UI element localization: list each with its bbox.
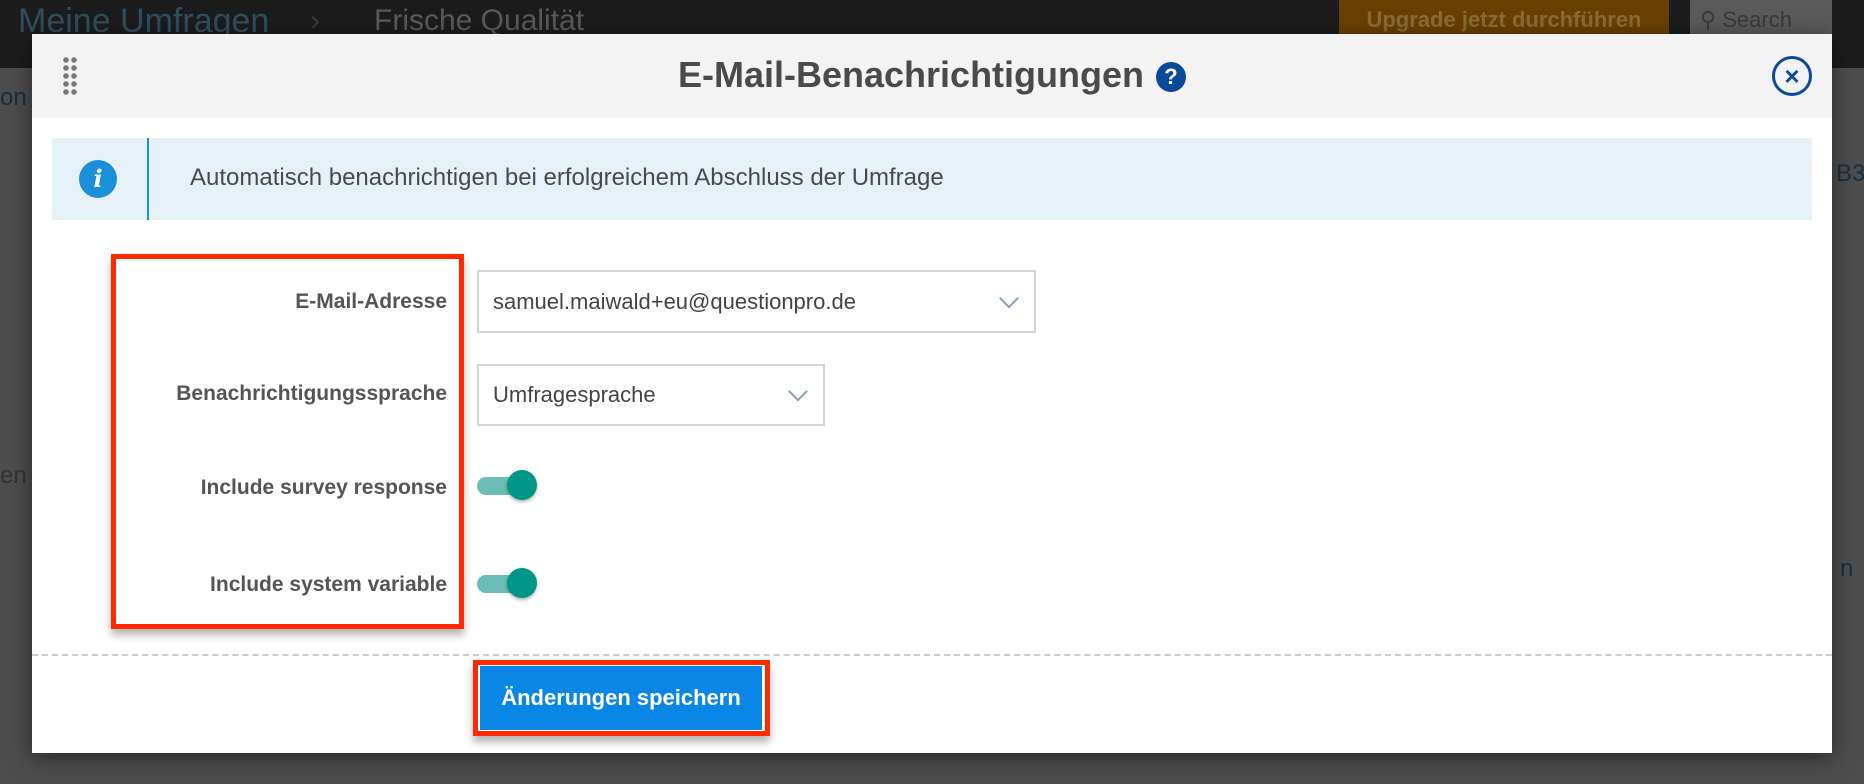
- include-system-variable-label: Include system variable: [210, 573, 447, 596]
- email-select[interactable]: samuel.maiwald+eu@questionpro.de: [477, 270, 1036, 333]
- background-text-fragment: B3: [1836, 160, 1864, 187]
- include-system-variable-toggle[interactable]: [477, 568, 537, 598]
- background-text-fragment: n: [1840, 555, 1854, 582]
- chevron-down-icon: [999, 288, 1019, 308]
- email-value: samuel.maiwald+eu@questionpro.de: [493, 288, 856, 314]
- search-label: Search: [1722, 7, 1792, 32]
- language-label: Benachrichtigungssprache: [176, 382, 447, 405]
- include-response-toggle[interactable]: [477, 470, 537, 500]
- close-icon[interactable]: ×: [1772, 56, 1812, 96]
- language-select[interactable]: Umfragesprache: [477, 364, 825, 426]
- help-icon[interactable]: ?: [1156, 62, 1187, 93]
- breadcrumb-survey-name: Frische Qualität: [374, 4, 585, 37]
- include-response-label: Include survey response: [200, 476, 447, 499]
- info-text: Automatisch benachrichtigen bei erfolgre…: [190, 164, 944, 191]
- language-value: Umfragesprache: [493, 382, 656, 407]
- save-changes-button[interactable]: Änderungen speichern: [480, 666, 762, 730]
- info-banner: i Automatisch benachrichtigen bei erfolg…: [52, 138, 1812, 220]
- dialog-title: E-Mail-Benachrichtigungen?: [32, 54, 1832, 96]
- info-icon: i: [79, 160, 117, 198]
- email-notifications-dialog: E-Mail-Benachrichtigungen? × i Automatis…: [32, 34, 1832, 753]
- dialog-title-text: E-Mail-Benachrichtigungen: [677, 54, 1145, 95]
- breadcrumb-separator: ›: [310, 4, 320, 37]
- divider: [32, 654, 1832, 656]
- background-text-fragment: en: [0, 462, 27, 489]
- dialog-header: E-Mail-Benachrichtigungen? ×: [32, 34, 1832, 118]
- background-text-fragment: on: [0, 84, 27, 111]
- email-label: E-Mail-Adresse: [295, 290, 447, 313]
- chevron-down-icon: [788, 381, 808, 402]
